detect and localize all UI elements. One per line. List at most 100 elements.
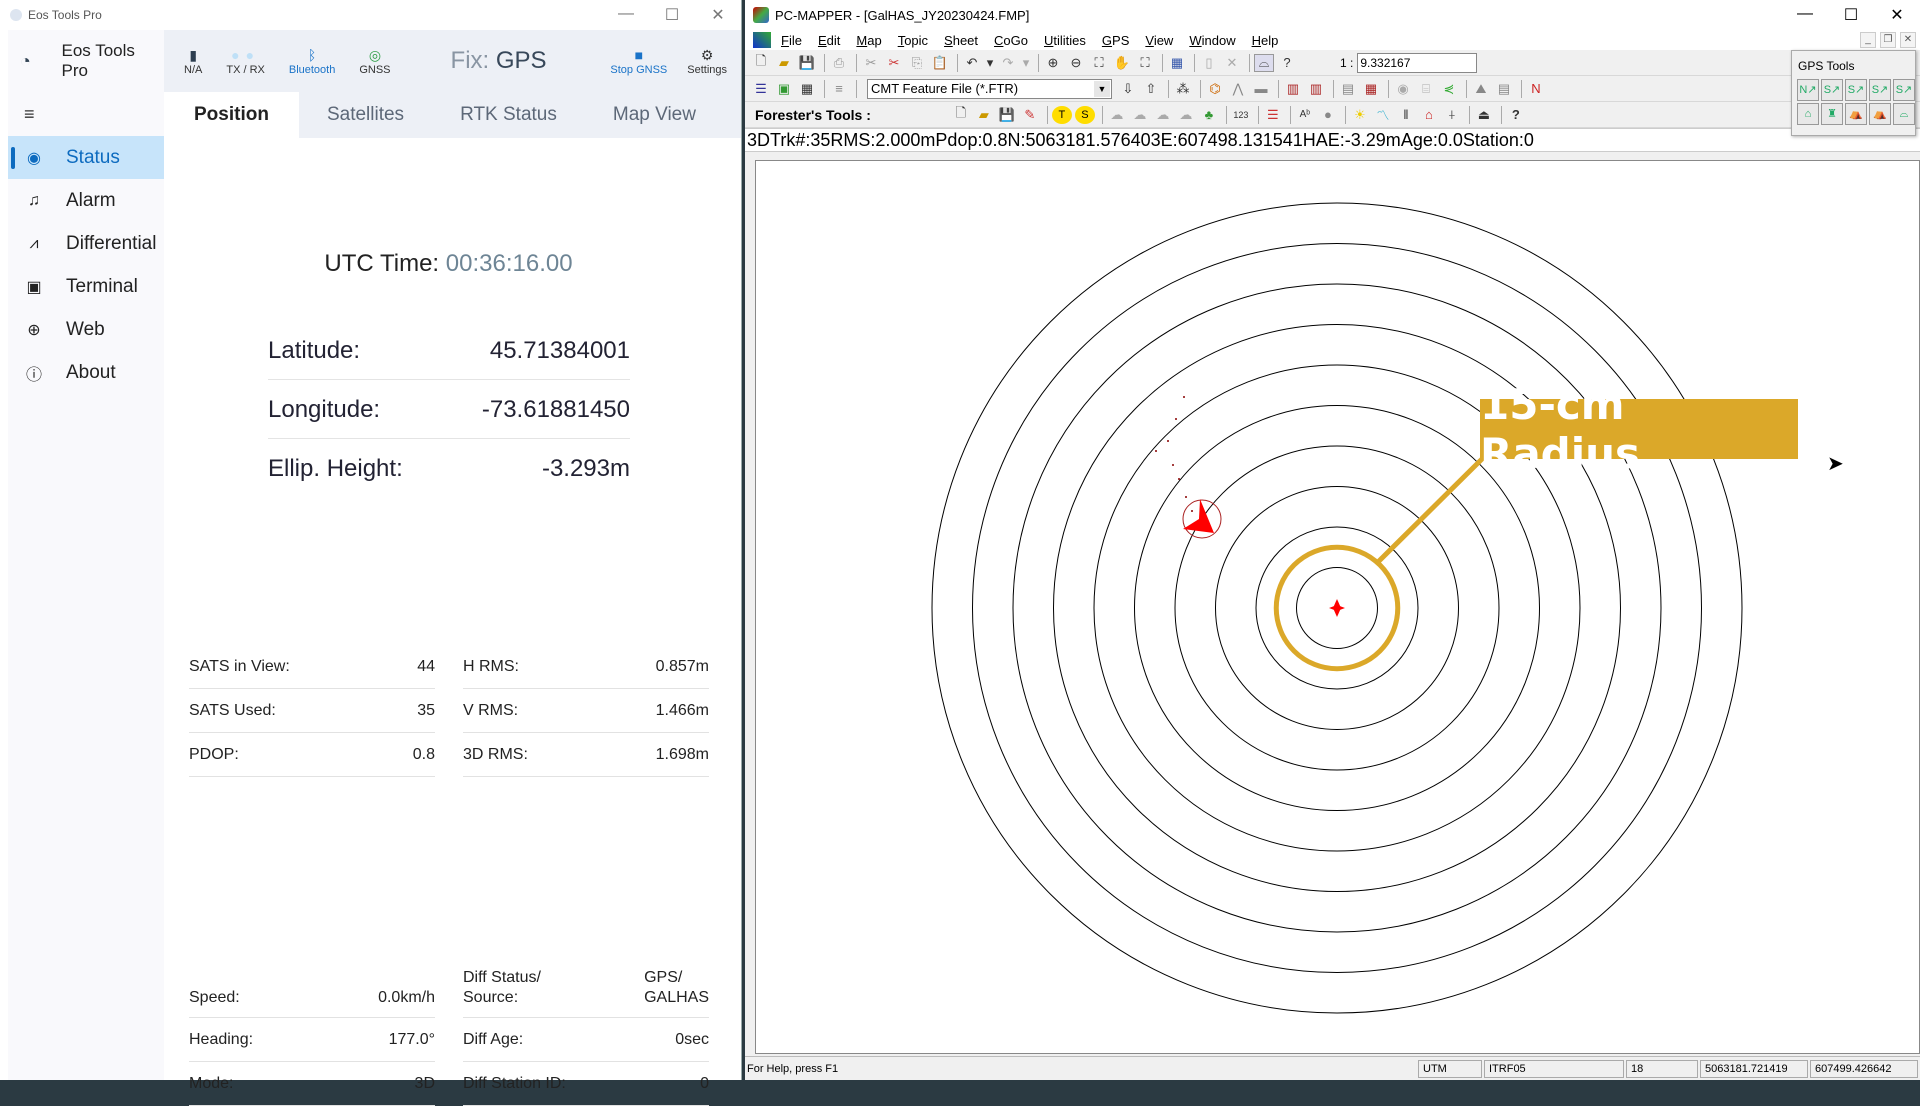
survey-point-icon[interactable]: ⏏: [1474, 106, 1494, 124]
gps-stream-stop-icon[interactable]: S↗: [1893, 79, 1915, 101]
calendar-icon[interactable]: ▤: [1338, 80, 1358, 98]
undo-icon[interactable]: ↶: [962, 54, 982, 72]
cloud-3-icon[interactable]: ☁: [1176, 106, 1196, 124]
terrain-icon[interactable]: ⛰: [1471, 80, 1491, 98]
gps-station-icon[interactable]: ⛺: [1845, 103, 1867, 125]
edit-doc-icon[interactable]: ✎: [1020, 106, 1040, 124]
open-folder-icon[interactable]: ▰: [774, 54, 794, 72]
redo-dropdown-icon[interactable]: ▾: [1021, 54, 1031, 72]
menu-window[interactable]: Window: [1189, 33, 1235, 48]
menu-utilities[interactable]: Utilities: [1044, 33, 1086, 48]
antenna-icon[interactable]: ◉: [1393, 80, 1413, 98]
minimize-button[interactable]: —: [603, 5, 649, 25]
blob-icon[interactable]: ●: [1318, 106, 1338, 124]
gps-station-n-icon[interactable]: ⛺: [1869, 103, 1891, 125]
stack-icon[interactable]: ☰: [1263, 106, 1283, 124]
image-l-icon[interactable]: ▥: [1283, 80, 1303, 98]
undo-dropdown-icon[interactable]: ▾: [985, 54, 995, 72]
paste-icon[interactable]: 📋: [930, 54, 950, 72]
zoom-full-icon[interactable]: ⛶: [1135, 54, 1155, 72]
attribute-icon[interactable]: ⁂: [1173, 80, 1193, 98]
image-r-icon[interactable]: ▥: [1306, 80, 1326, 98]
cloud-x-icon[interactable]: ☁: [1130, 106, 1150, 124]
stand-s-icon[interactable]: S: [1074, 105, 1095, 124]
report-icon[interactable]: ▤: [1494, 80, 1514, 98]
new-file-icon[interactable]: 🗋: [751, 53, 771, 72]
tab-map-view[interactable]: Map View: [585, 92, 724, 138]
help-icon[interactable]: ?: [1506, 106, 1526, 124]
spread-icon[interactable]: ⋞: [1439, 80, 1459, 98]
close-button[interactable]: ✕: [695, 5, 741, 25]
list-icon[interactable]: ☰: [751, 80, 771, 98]
sidebar-item-alarm[interactable]: ♫ Alarm: [8, 179, 164, 222]
map-view-icon[interactable]: ▣: [774, 80, 794, 98]
export-icon[interactable]: ⇧: [1141, 80, 1161, 98]
import-icon[interactable]: ⇩: [1118, 80, 1138, 98]
document-icon[interactable]: [753, 32, 771, 48]
sidebar-item-terminal[interactable]: ▣ Terminal: [8, 265, 164, 308]
gps-connect-icon[interactable]: ⌓: [1893, 103, 1915, 125]
profile-icon[interactable]: ⋀: [1228, 80, 1248, 98]
zoom-extent-icon[interactable]: ⛶: [1089, 54, 1109, 72]
numbering-icon[interactable]: 123: [1231, 106, 1251, 124]
close-button[interactable]: ✕: [1874, 5, 1920, 25]
gnss-button[interactable]: ◎ GNSS: [359, 46, 390, 76]
menu-view[interactable]: View: [1145, 33, 1173, 48]
new-file-icon[interactable]: 🗋: [951, 105, 971, 124]
menu-sheet[interactable]: Sheet: [944, 33, 978, 48]
maximize-button[interactable]: ☐: [649, 5, 695, 25]
split-icon[interactable]: ▬: [1251, 80, 1271, 98]
sidebar-item-web[interactable]: ⊕ Web: [8, 308, 164, 351]
scale-input[interactable]: [1357, 52, 1478, 73]
properties-icon[interactable]: ≡: [829, 80, 849, 98]
save-icon[interactable]: 💾: [997, 106, 1017, 124]
menu-file[interactable]: File: [781, 33, 802, 48]
camera-icon[interactable]: ⌸: [1416, 80, 1436, 98]
save-icon[interactable]: 💾: [797, 54, 817, 72]
menu-topic[interactable]: Topic: [898, 33, 928, 48]
gps-tripod-icon[interactable]: ♜: [1821, 103, 1843, 125]
gps-nav-icon[interactable]: N↗: [1797, 79, 1819, 101]
sun-icon[interactable]: ☀: [1350, 106, 1370, 124]
gps-stream-point-icon[interactable]: S↗: [1821, 79, 1843, 101]
cloud-2-icon[interactable]: ☁: [1153, 106, 1173, 124]
traverse-icon[interactable]: N: [1526, 80, 1546, 98]
stream-icon[interactable]: 〽: [1373, 106, 1393, 124]
redo-icon[interactable]: ↷: [998, 54, 1018, 72]
menu-edit[interactable]: Edit: [818, 33, 840, 48]
layers-icon[interactable]: ▦: [1167, 54, 1187, 72]
cut-feature-icon[interactable]: ✂: [884, 54, 904, 72]
cloud-icon[interactable]: ☁: [1107, 106, 1127, 124]
gps-point-upload-icon[interactable]: ⌂: [1797, 103, 1819, 125]
open-folder-icon[interactable]: ▰: [974, 106, 994, 124]
gps-connect-icon[interactable]: ⌓: [1254, 53, 1274, 72]
label-icon[interactable]: Aᵇ: [1295, 106, 1315, 124]
gps-stream-line-icon[interactable]: S↗: [1845, 79, 1867, 101]
zoom-in-icon[interactable]: ⊕: [1043, 54, 1063, 72]
gps-log-icon[interactable]: ▯: [1199, 54, 1219, 72]
gps-stop-icon[interactable]: ✕: [1222, 54, 1242, 72]
edit-vertex-icon[interactable]: ⌬: [1205, 80, 1225, 98]
pan-hand-icon[interactable]: ✋: [1112, 54, 1132, 72]
zoom-out-icon[interactable]: ⊖: [1066, 54, 1086, 72]
tab-rtk-status[interactable]: RTK Status: [432, 92, 585, 138]
tree-icon[interactable]: ♣: [1199, 106, 1219, 124]
maximize-button[interactable]: ☐: [1828, 5, 1874, 25]
print-icon[interactable]: ⎙: [829, 54, 849, 72]
cut-icon[interactable]: ✂: [861, 54, 881, 72]
stop-gnss-button[interactable]: ■ Stop GNSS: [610, 46, 667, 76]
menu-gps[interactable]: GPS: [1102, 33, 1129, 48]
context-help-icon[interactable]: ?: [1277, 54, 1297, 72]
bluetooth-button[interactable]: ᛒ Bluetooth: [289, 46, 335, 76]
table-icon[interactable]: ▦: [797, 80, 817, 98]
settings-button[interactable]: ⚙ Settings: [687, 46, 727, 76]
minimize-button[interactable]: —: [1782, 5, 1828, 25]
sidebar-item-about[interactable]: ⓘ About: [8, 351, 164, 394]
building-icon[interactable]: ⌂: [1419, 106, 1439, 124]
menu-help[interactable]: Help: [1252, 33, 1279, 48]
tree-t-icon[interactable]: T: [1051, 105, 1072, 124]
mdi-minimize-button[interactable]: _: [1860, 32, 1876, 48]
tab-position[interactable]: Position: [164, 92, 299, 138]
hamburger-icon[interactable]: ≡: [8, 92, 164, 136]
fence-icon[interactable]: ⍭: [1442, 106, 1462, 124]
